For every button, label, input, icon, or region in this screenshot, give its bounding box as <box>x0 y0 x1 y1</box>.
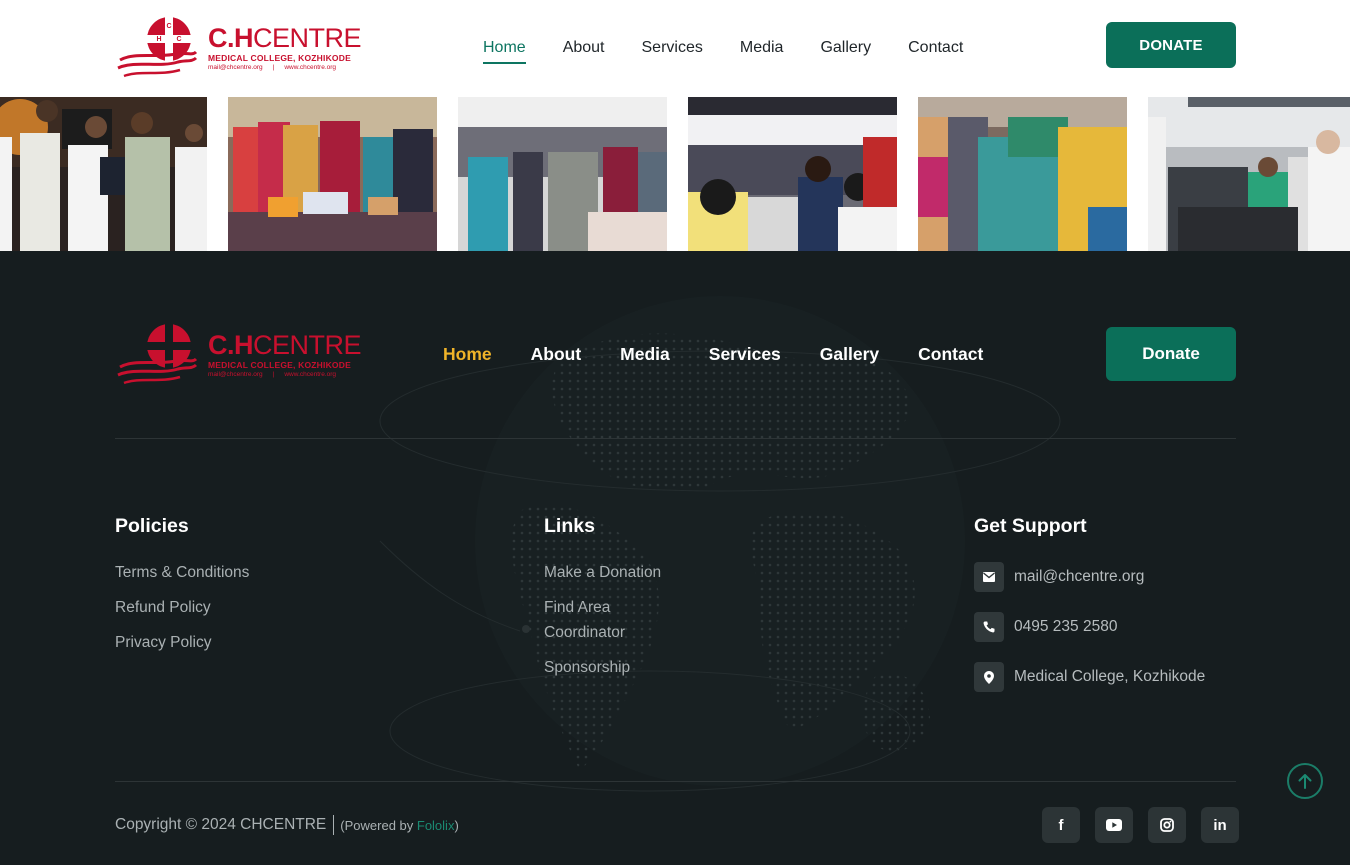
dining-hall-women-photo[interactable] <box>458 97 667 251</box>
mail-icon <box>974 562 1004 592</box>
nav-home[interactable]: Home <box>483 37 526 64</box>
header-donate-button[interactable]: DONATE <box>1106 22 1236 68</box>
nav-gallery[interactable]: Gallery <box>820 37 871 59</box>
women-at-stalls-photo[interactable] <box>228 97 437 251</box>
main-nav: Home About Services Media Gallery Contac… <box>483 37 1000 64</box>
logo-contact: mail@chcentre.org | www.chcentre.org <box>208 370 337 378</box>
support-phone[interactable]: 0495 235 2580 <box>974 612 1205 642</box>
links-title: Links <box>544 515 595 537</box>
gallery-strip <box>0 97 1350 251</box>
footer-nav-contact[interactable]: Contact <box>918 342 983 366</box>
logo-subtitle: MEDICAL COLLEGE, KOZHIKODE <box>208 52 351 63</box>
find-area-coordinator-link[interactable]: Find Area Coordinator <box>544 599 625 641</box>
svg-text:C: C <box>176 36 181 43</box>
instagram-icon[interactable] <box>1148 807 1186 843</box>
footer-nav-gallery[interactable]: Gallery <box>820 342 879 366</box>
crowd-women-photo[interactable] <box>918 97 1127 251</box>
support-title: Get Support <box>974 515 1087 537</box>
logo-subtitle: MEDICAL COLLEGE, KOZHIKODE <box>208 359 351 370</box>
sponsorship-link[interactable]: Sponsorship <box>544 659 630 676</box>
links-column: Links Make a Donation Find Area Coordina… <box>544 513 664 690</box>
logo-name: C.HCENTRE <box>208 329 362 360</box>
chc-emblem-icon: C H C <box>117 17 198 78</box>
facebook-icon[interactable]: f <box>1042 807 1080 843</box>
refund-policy-link[interactable]: Refund Policy <box>115 599 211 616</box>
privacy-policy-link[interactable]: Privacy Policy <box>115 634 211 651</box>
social-links: f in <box>1042 807 1239 843</box>
footer-donate-button[interactable]: Donate <box>1106 327 1236 381</box>
dining-hall-crowd-photo[interactable] <box>688 97 897 251</box>
award-ceremony-photo[interactable] <box>0 97 207 251</box>
header-logo[interactable]: C H C C.HCENTRE MEDICAL COLLEGE, KOZHIKO… <box>116 14 362 80</box>
svg-text:H: H <box>156 36 161 43</box>
youtube-icon[interactable] <box>1095 807 1133 843</box>
footer-nav-home[interactable]: Home <box>443 342 492 366</box>
linkedin-icon[interactable]: in <box>1201 807 1239 843</box>
kitchen-serving-photo[interactable] <box>1148 97 1350 251</box>
copyright: Copyright © 2024 CHCENTRE (Powered by Fo… <box>115 815 459 835</box>
site-footer: C.HCENTRE MEDICAL COLLEGE, KOZHIKODE mai… <box>0 251 1350 865</box>
policies-title: Policies <box>115 515 189 537</box>
logo-name: C.HCENTRE <box>208 22 362 53</box>
footer-nav-about[interactable]: About <box>531 342 582 366</box>
footer-nav: Home About Media Services Gallery Contac… <box>443 342 1022 366</box>
footer-divider-bottom <box>115 781 1236 782</box>
phone-icon <box>974 612 1004 642</box>
logo-contact: mail@chcentre.org | www.chcentre.org <box>208 63 337 71</box>
footer-nav-services[interactable]: Services <box>709 342 781 366</box>
nav-contact[interactable]: Contact <box>908 37 963 59</box>
powered-by-link[interactable]: Fololix <box>417 818 455 833</box>
location-pin-icon <box>974 662 1004 692</box>
nav-services[interactable]: Services <box>642 37 703 59</box>
terms-link[interactable]: Terms & Conditions <box>115 564 249 581</box>
arrow-up-icon <box>1298 774 1312 789</box>
scroll-to-top-button[interactable] <box>1287 763 1323 799</box>
support-location[interactable]: Medical College, Kozhikode <box>974 662 1205 692</box>
support-email[interactable]: mail@chcentre.org <box>974 562 1205 592</box>
footer-divider-top <box>115 438 1236 439</box>
nav-about[interactable]: About <box>563 37 605 59</box>
make-donation-link[interactable]: Make a Donation <box>544 564 661 581</box>
site-header: C H C C.HCENTRE MEDICAL COLLEGE, KOZHIKO… <box>0 0 1350 97</box>
support-column: Get Support mail@chcentre.org 0495 235 2… <box>974 513 1205 712</box>
footer-logo[interactable]: C.HCENTRE MEDICAL COLLEGE, KOZHIKODE mai… <box>116 321 362 387</box>
policies-column: Policies Terms & Conditions Refund Polic… <box>115 513 249 665</box>
footer-nav-media[interactable]: Media <box>620 342 670 366</box>
nav-media[interactable]: Media <box>740 37 784 59</box>
svg-text:C: C <box>166 23 171 30</box>
chc-emblem-icon <box>117 324 198 385</box>
